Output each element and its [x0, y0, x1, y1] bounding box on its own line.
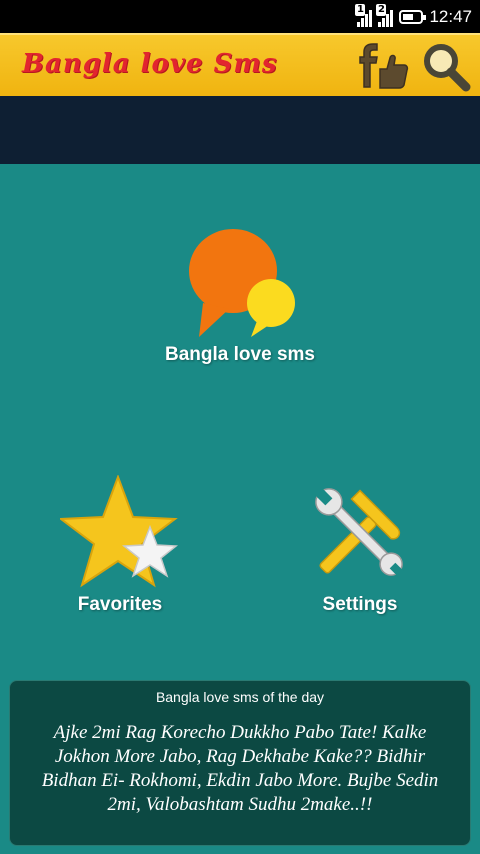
facebook-like-button[interactable]	[358, 43, 410, 91]
settings-label: Settings	[322, 594, 398, 615]
tools-icon	[314, 487, 404, 577]
signal-sim1-icon: 1	[355, 4, 373, 27]
settings-tile[interactable]: Settings	[280, 475, 440, 616]
favorites-label: Favorites	[77, 594, 163, 615]
sms-of-the-day-panel: Bangla love sms of the day Ajke 2mi Rag …	[9, 680, 471, 846]
sms-of-the-day-heading: Bangla love sms of the day	[155, 689, 325, 705]
header-band	[0, 96, 480, 164]
sms-of-the-day-text[interactable]: Ajke 2mi Rag Korecho Dukkho Pabo Tate! K…	[10, 721, 470, 817]
bangla-love-sms-tile[interactable]: Bangla love sms	[140, 225, 340, 366]
battery-icon	[399, 10, 427, 24]
status-time: 12:47	[429, 7, 472, 26]
chat-bubbles-icon	[189, 229, 295, 337]
favorites-tile[interactable]: Favorites	[40, 474, 200, 616]
app-bar: Bangla love Sms	[0, 33, 480, 96]
app-title: Bangla love Sms	[22, 49, 278, 79]
search-button[interactable]	[420, 41, 472, 93]
facebook-like-icon	[359, 43, 409, 89]
star-icon	[58, 474, 179, 588]
sms-tile-label: Bangla love sms	[165, 344, 315, 365]
signal-sim2-icon: 2	[376, 4, 394, 27]
status-bar: 1 2 12:47	[0, 0, 480, 33]
search-icon	[424, 44, 471, 92]
